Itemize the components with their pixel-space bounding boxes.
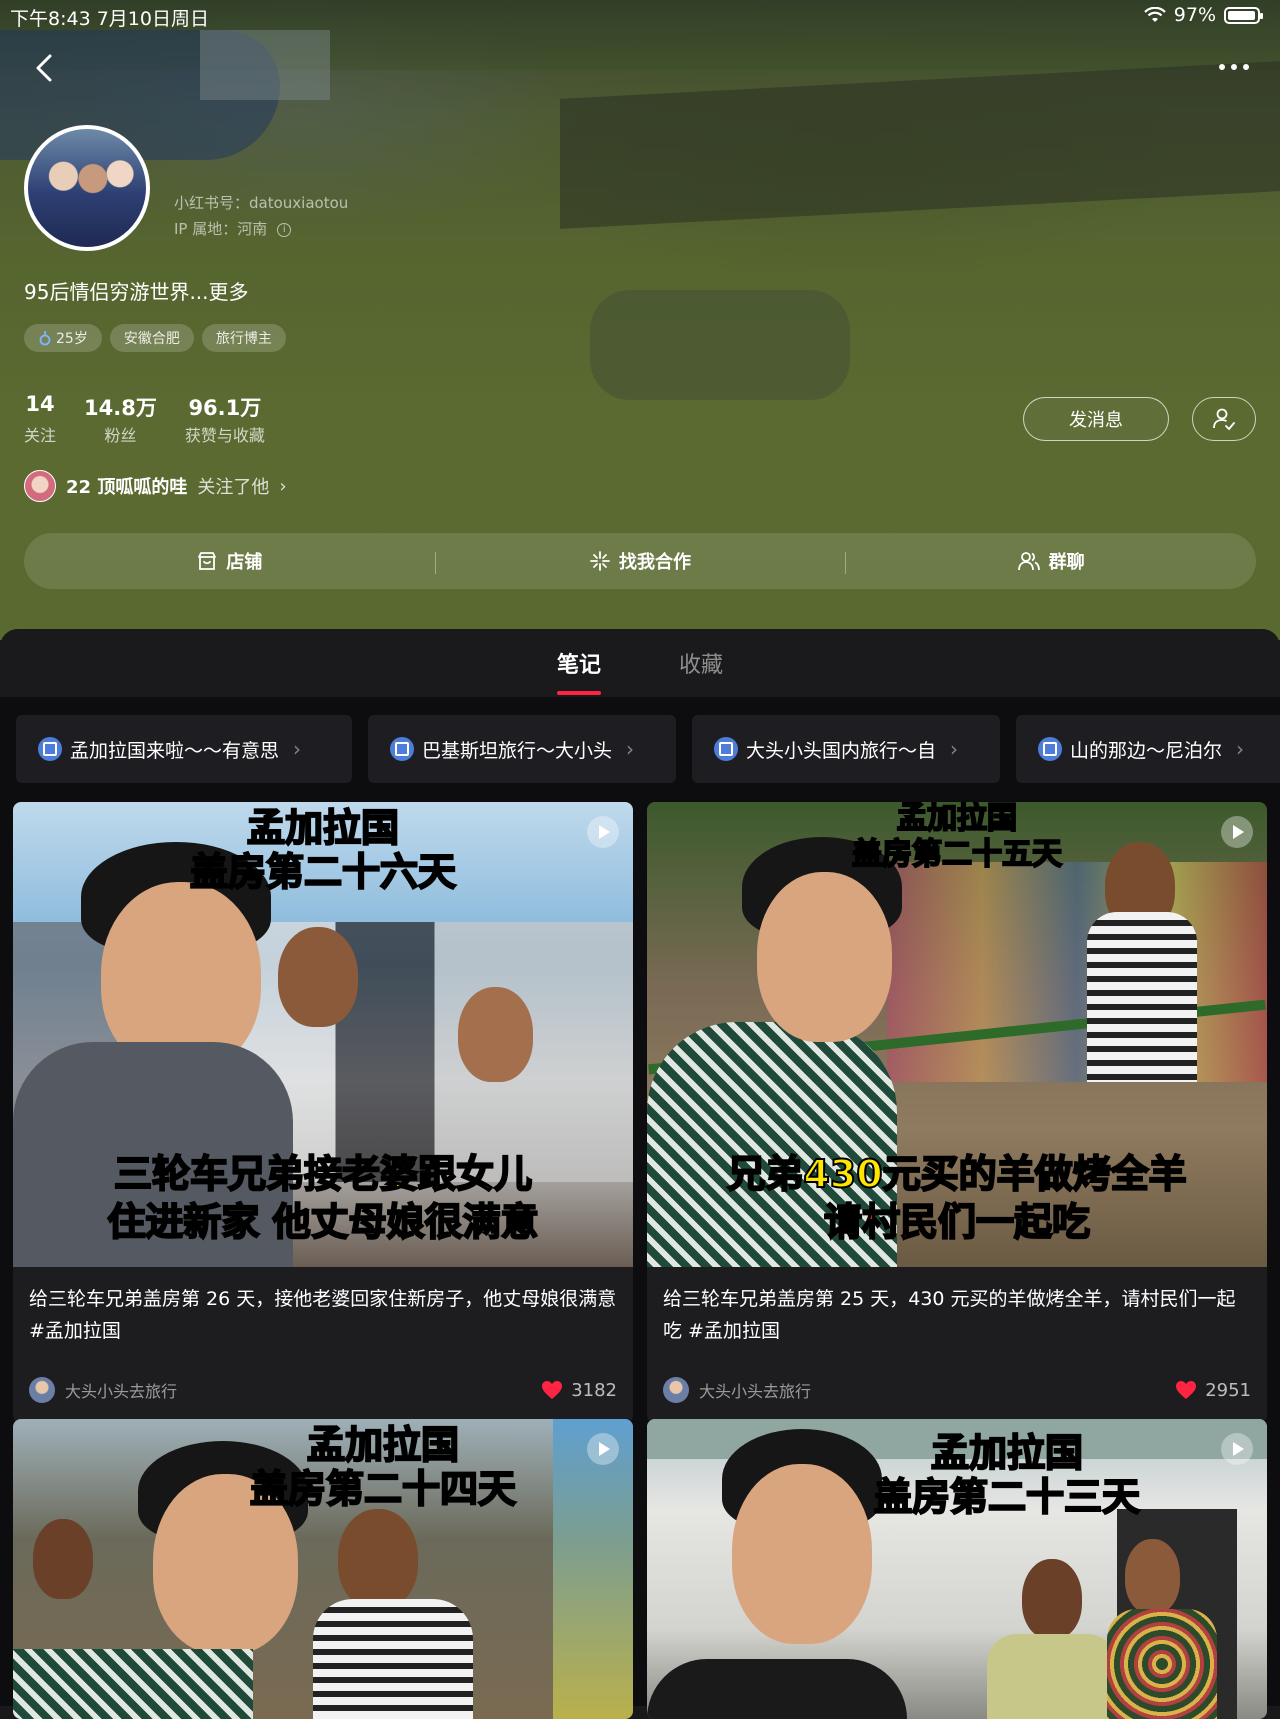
status-time: 下午8:43 7月10日周日: [10, 8, 209, 30]
battery-icon: [1224, 6, 1263, 24]
tag-location: 安徽合肥: [109, 324, 194, 352]
collection-item[interactable]: 山的那边～尼泊尔 ›: [1016, 715, 1280, 783]
chevron-right-icon: ›: [626, 737, 635, 761]
wifi-icon: [1143, 7, 1166, 22]
status-bar: 下午8:43 7月10日周日 97%: [0, 0, 1280, 32]
note-card[interactable]: 孟加拉国 盖房第二十四天: [13, 1419, 633, 1719]
profile-header: 下午8:43 7月10日周日 97% 小红书号：datouxiaotou IP …: [0, 0, 1280, 640]
note-card[interactable]: 孟加拉国 盖房第二十三天: [647, 1419, 1267, 1719]
tab-notes[interactable]: 笔记: [553, 639, 605, 687]
author-avatar: [663, 1377, 689, 1403]
tag-age: 25岁: [24, 324, 102, 352]
note-thumbnail[interactable]: 孟加拉国 盖房第二十四天: [13, 1419, 633, 1719]
note-thumbnail[interactable]: 孟加拉国 盖房第二十五天 兄弟430元买的羊做烤全羊 请村民们一起吃: [647, 802, 1267, 1267]
info-icon[interactable]: i: [277, 222, 292, 237]
note-author[interactable]: 大头小头去旅行: [29, 1377, 177, 1403]
group-icon: [1017, 552, 1040, 571]
profile-bio[interactable]: 95后情侣穷游世界...更多: [24, 276, 249, 305]
mutual-follow-row[interactable]: 22 顶呱呱的哇 关注了他 ›: [24, 470, 287, 502]
note-meta: 大头小头去旅行 2951: [647, 1363, 1267, 1423]
collection-icon: [38, 737, 62, 761]
note-thumbnail[interactable]: 孟加拉国 盖房第二十六天 三轮车兄弟接老婆跟女儿 住进新家 他丈母娘很满意: [13, 802, 633, 1267]
chevron-right-icon: ›: [279, 475, 287, 497]
mutual-action: 关注了他: [197, 477, 270, 498]
chevron-right-icon: ›: [1236, 737, 1245, 761]
note-card[interactable]: 孟加拉国 盖房第二十五天 兄弟430元买的羊做烤全羊 请村民们一起吃 给三轮车兄…: [647, 802, 1267, 1423]
tab-collections[interactable]: 收藏: [675, 639, 727, 687]
send-message-button[interactable]: 发消息: [1023, 397, 1169, 441]
shop-button[interactable]: 店铺: [24, 548, 435, 574]
stat-following[interactable]: 14 关注: [24, 392, 56, 446]
note-author[interactable]: 大头小头去旅行: [663, 1377, 811, 1403]
profile-tags: 25岁 安徽合肥 旅行博主: [24, 324, 286, 352]
profile-avatar[interactable]: [24, 125, 150, 251]
stat-followers[interactable]: 14.8万 粉丝: [84, 392, 157, 446]
collection-item[interactable]: 大头小头国内旅行～自 ›: [692, 715, 1000, 783]
notes-panel: 笔记 收藏 孟加拉国来啦～～有意思 › 巴基斯坦旅行～大小头 › 大头小头国内旅…: [0, 629, 1280, 1719]
profile-stats: 14 关注 14.8万 粉丝 96.1万 获赞与收藏: [24, 392, 265, 446]
mutual-avatar: [24, 470, 56, 502]
chevron-right-icon: ›: [293, 737, 302, 761]
user-followed-icon: [1213, 408, 1235, 431]
more-icon[interactable]: [1214, 52, 1254, 82]
gender-male-icon: [39, 331, 51, 346]
note-thumbnail[interactable]: 孟加拉国 盖房第二十三天: [647, 1419, 1267, 1719]
collection-row: 孟加拉国来啦～～有意思 › 巴基斯坦旅行～大小头 › 大头小头国内旅行～自 › …: [16, 715, 1280, 783]
profile-action-bar: 店铺 找我合作 群聊: [24, 533, 1256, 589]
back-icon[interactable]: [26, 48, 66, 88]
note-card[interactable]: 孟加拉国 盖房第二十六天 三轮车兄弟接老婆跟女儿 住进新家 他丈母娘很满意 给三…: [13, 802, 633, 1423]
collaborate-button[interactable]: 找我合作: [434, 548, 846, 574]
note-caption: 给三轮车兄弟盖房第 25 天，430 元买的羊做烤全羊，请村民们一起吃 #孟加拉…: [663, 1288, 1236, 1342]
account-info: 小红书号：datouxiaotou IP 属地：河南 i: [174, 190, 348, 242]
like-button[interactable]: 2951: [1175, 1380, 1251, 1401]
content-tabs: 笔记 收藏: [0, 629, 1280, 697]
collection-icon: [714, 737, 738, 761]
ip-location: IP 属地：河南: [174, 220, 268, 238]
group-chat-button[interactable]: 群聊: [845, 548, 1256, 574]
battery-percent: 97%: [1173, 4, 1216, 26]
author-avatar: [29, 1377, 55, 1403]
collection-item[interactable]: 孟加拉国来啦～～有意思 ›: [16, 715, 352, 783]
heart-icon: [542, 1381, 563, 1399]
follow-button[interactable]: [1192, 397, 1256, 441]
chevron-right-icon: ›: [950, 737, 959, 761]
like-button[interactable]: 3182: [541, 1380, 617, 1401]
collection-icon: [390, 737, 414, 761]
collection-icon: [1038, 737, 1062, 761]
store-icon: [198, 552, 217, 570]
note-caption: 给三轮车兄弟盖房第 26 天，接他老婆回家住新房子，他丈母娘很满意 #孟加拉国: [29, 1288, 617, 1342]
collection-item[interactable]: 巴基斯坦旅行～大小头 ›: [368, 715, 676, 783]
tag-occupation: 旅行博主: [201, 324, 286, 352]
account-id: 小红书号：datouxiaotou: [174, 194, 349, 212]
note-meta: 大头小头去旅行 3182: [13, 1363, 633, 1423]
heart-icon: [1176, 1381, 1197, 1399]
sparkle-icon: [590, 551, 610, 571]
stat-likes-collects[interactable]: 96.1万 获赞与收藏: [185, 392, 265, 446]
mutual-name: 22 顶呱呱的哇: [66, 477, 188, 498]
